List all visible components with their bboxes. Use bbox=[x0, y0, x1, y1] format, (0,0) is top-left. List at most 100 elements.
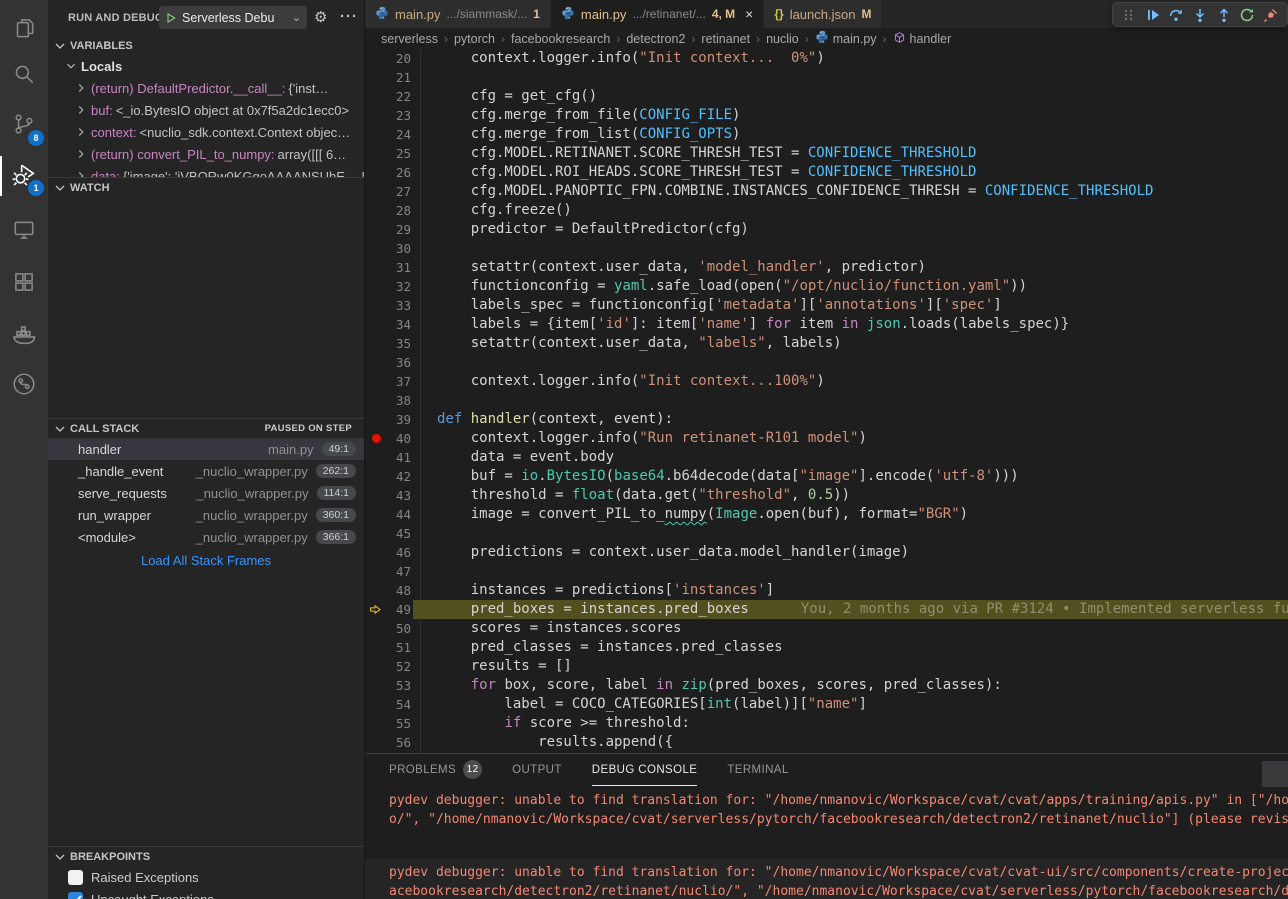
code-line-41[interactable]: 41 data = event.body bbox=[365, 448, 1288, 467]
gutter-glyph-margin[interactable] bbox=[365, 619, 391, 638]
code-line-49[interactable]: 49 pred_boxes = instances.pred_boxesYou,… bbox=[365, 600, 1288, 619]
activitybar-remote-explorer[interactable] bbox=[0, 208, 48, 256]
code-line-34[interactable]: 34 labels = {item['id']: item['name'] fo… bbox=[365, 315, 1288, 334]
gutter-glyph-margin[interactable] bbox=[365, 315, 391, 334]
chevron-right-icon[interactable] bbox=[74, 81, 88, 95]
line-number[interactable]: 20 bbox=[391, 49, 411, 68]
code-line-45[interactable]: 45 bbox=[365, 524, 1288, 543]
breakpoints-header[interactable]: BREAKPOINTS bbox=[48, 846, 364, 866]
breadcrumb-item-handler[interactable]: handler bbox=[893, 31, 952, 47]
variable-row[interactable]: context: <nuclio_sdk.context.Context obj… bbox=[48, 121, 364, 143]
editor-tab-launch-json[interactable]: {}launch.jsonM bbox=[764, 0, 882, 28]
gutter-glyph-margin[interactable] bbox=[365, 657, 391, 676]
line-number[interactable]: 55 bbox=[391, 714, 411, 733]
activitybar-search[interactable] bbox=[0, 52, 48, 100]
activitybar-explorer[interactable] bbox=[0, 6, 48, 54]
breadcrumb-item-detectron2[interactable]: detectron2 bbox=[626, 32, 685, 46]
code-line-32[interactable]: 32 functionconfig = yaml.safe_load(open(… bbox=[365, 277, 1288, 296]
line-number[interactable]: 49 bbox=[391, 600, 411, 619]
code-line-20[interactable]: 20 context.logger.info("Init context... … bbox=[365, 49, 1288, 68]
breadcrumb-item-facebookresearch[interactable]: facebookresearch bbox=[511, 32, 610, 46]
variable-row[interactable]: data: {'image': 'iVBORw0KGgoAAAANSUhE… 5… bbox=[48, 165, 364, 177]
gutter-glyph-margin[interactable] bbox=[365, 144, 391, 163]
chevron-right-icon[interactable] bbox=[74, 125, 88, 139]
load-all-stack-frames-link[interactable]: Load All Stack Frames bbox=[48, 550, 364, 572]
line-number[interactable]: 26 bbox=[391, 163, 411, 182]
code-line-43[interactable]: 43 threshold = float(data.get("threshold… bbox=[365, 486, 1288, 505]
code-line-46[interactable]: 46 predictions = context.user_data.model… bbox=[365, 543, 1288, 562]
line-number[interactable]: 48 bbox=[391, 581, 411, 600]
breakpoint-checkbox[interactable] bbox=[68, 892, 83, 899]
breadcrumb-item-serverless[interactable]: serverless bbox=[381, 32, 438, 46]
watch-header[interactable]: WATCH bbox=[48, 177, 364, 197]
code-line-36[interactable]: 36 bbox=[365, 353, 1288, 372]
breadcrumb-item-nuclio[interactable]: nuclio bbox=[766, 32, 799, 46]
code-line-37[interactable]: 37 context.logger.info("Init context...1… bbox=[365, 372, 1288, 391]
line-number[interactable]: 24 bbox=[391, 125, 411, 144]
code-line-38[interactable]: 38 bbox=[365, 391, 1288, 410]
variable-row[interactable]: buf: <_io.BytesIO object at 0x7f5a2dc1ec… bbox=[48, 99, 364, 121]
code-line-23[interactable]: 23 cfg.merge_from_file(CONFIG_FILE) bbox=[365, 106, 1288, 125]
breadcrumb-item-pytorch[interactable]: pytorch bbox=[454, 32, 495, 46]
code-line-47[interactable]: 47 bbox=[365, 562, 1288, 581]
code-line-28[interactable]: 28 cfg.freeze() bbox=[365, 201, 1288, 220]
line-number[interactable]: 21 bbox=[391, 68, 411, 87]
line-number[interactable]: 50 bbox=[391, 619, 411, 638]
gutter-glyph-margin[interactable] bbox=[365, 486, 391, 505]
code-line-25[interactable]: 25 cfg.MODEL.RETINANET.SCORE_THRESH_TEST… bbox=[365, 144, 1288, 163]
line-number[interactable]: 46 bbox=[391, 543, 411, 562]
code-line-35[interactable]: 35 setattr(context.user_data, "labels", … bbox=[365, 334, 1288, 353]
code-line-24[interactable]: 24 cfg.merge_from_list(CONFIG_OPTS) bbox=[365, 125, 1288, 144]
panel-scrollbar[interactable] bbox=[1262, 761, 1288, 787]
code-line-30[interactable]: 30 bbox=[365, 239, 1288, 258]
line-number[interactable]: 51 bbox=[391, 638, 411, 657]
code-line-44[interactable]: 44 image = convert_PIL_to_numpy(Image.op… bbox=[365, 505, 1288, 524]
gutter-glyph-margin[interactable] bbox=[365, 49, 391, 68]
gutter-glyph-margin[interactable] bbox=[365, 733, 391, 752]
stack-frame-row[interactable]: <module>_nuclio_wrapper.py366:1 bbox=[48, 526, 364, 548]
variables-scope-locals[interactable]: Locals bbox=[48, 55, 364, 77]
breadcrumb-item-retinanet[interactable]: retinanet bbox=[701, 32, 750, 46]
breadcrumb-item-main-py[interactable]: main.py bbox=[815, 30, 877, 47]
gutter-glyph-margin[interactable] bbox=[365, 714, 391, 733]
editor-tab-main-py[interactable]: main.py.../siammask/...1 bbox=[365, 0, 551, 28]
line-number[interactable]: 37 bbox=[391, 372, 411, 391]
code-line-48[interactable]: 48 instances = predictions['instances'] bbox=[365, 581, 1288, 600]
stack-frame-row[interactable]: handlermain.py49:1 bbox=[48, 438, 364, 460]
activitybar-source-control[interactable]: 8 bbox=[0, 102, 48, 150]
gutter-glyph-margin[interactable] bbox=[365, 467, 391, 486]
gutter-glyph-margin[interactable] bbox=[365, 182, 391, 201]
code-line-27[interactable]: 27 cfg.MODEL.PANOPTIC_FPN.COMBINE.INSTAN… bbox=[365, 182, 1288, 201]
stack-frame-row[interactable]: serve_requests_nuclio_wrapper.py114:1 bbox=[48, 482, 364, 504]
line-number[interactable]: 22 bbox=[391, 87, 411, 106]
line-number[interactable]: 29 bbox=[391, 220, 411, 239]
gutter-glyph-margin[interactable] bbox=[365, 676, 391, 695]
line-number[interactable]: 45 bbox=[391, 524, 411, 543]
restart-button[interactable] bbox=[1237, 5, 1257, 25]
line-number[interactable]: 31 bbox=[391, 258, 411, 277]
line-number[interactable]: 54 bbox=[391, 695, 411, 714]
gutter-glyph-margin[interactable] bbox=[365, 220, 391, 239]
line-number[interactable]: 27 bbox=[391, 182, 411, 201]
gutter-glyph-margin[interactable] bbox=[365, 87, 391, 106]
line-number[interactable]: 36 bbox=[391, 353, 411, 372]
gutter-glyph-margin[interactable] bbox=[365, 372, 391, 391]
gutter-glyph-margin[interactable] bbox=[365, 277, 391, 296]
line-number[interactable]: 32 bbox=[391, 277, 411, 296]
stack-frame-row[interactable]: _handle_event_nuclio_wrapper.py262:1 bbox=[48, 460, 364, 482]
line-number[interactable]: 25 bbox=[391, 144, 411, 163]
code-line-29[interactable]: 29 predictor = DefaultPredictor(cfg) bbox=[365, 220, 1288, 239]
gutter-glyph-margin[interactable] bbox=[365, 106, 391, 125]
gutter-glyph-margin[interactable] bbox=[365, 410, 391, 429]
chevron-right-icon[interactable] bbox=[74, 169, 88, 177]
line-number[interactable]: 38 bbox=[391, 391, 411, 410]
gutter-glyph-margin[interactable] bbox=[365, 391, 391, 410]
gutter-glyph-margin[interactable] bbox=[365, 163, 391, 182]
close-icon[interactable]: × bbox=[745, 6, 753, 22]
gear-icon[interactable]: ⚙ bbox=[314, 8, 327, 26]
line-number[interactable]: 47 bbox=[391, 562, 411, 581]
start-debug-icon[interactable] bbox=[165, 12, 177, 24]
code-line-51[interactable]: 51 pred_classes = instances.pred_classes bbox=[365, 638, 1288, 657]
code-line-56[interactable]: 56 results.append({ bbox=[365, 733, 1288, 752]
line-number[interactable]: 42 bbox=[391, 467, 411, 486]
